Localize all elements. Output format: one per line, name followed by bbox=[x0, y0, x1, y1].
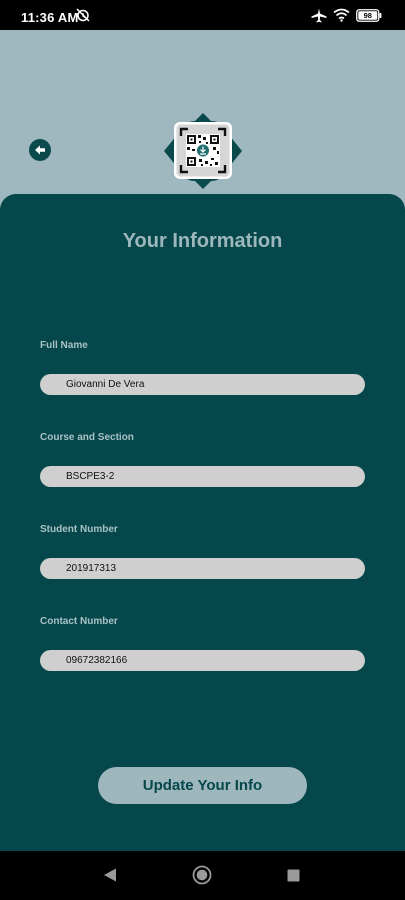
header-area bbox=[0, 30, 405, 220]
back-button[interactable] bbox=[29, 139, 51, 161]
arrow-left-icon bbox=[34, 144, 46, 156]
contact-number-label: Contact Number bbox=[40, 616, 118, 627]
full-name-label: Full Name bbox=[40, 340, 88, 351]
update-info-button[interactable]: Update Your Info bbox=[98, 767, 307, 804]
student-number-field[interactable]: 201917313 bbox=[40, 558, 365, 579]
alarm-off-icon bbox=[75, 8, 91, 27]
qr-code-logo-icon bbox=[163, 112, 243, 190]
course-section-label: Course and Section bbox=[40, 432, 134, 443]
recents-square-icon[interactable] bbox=[287, 869, 300, 887]
student-number-label: Student Number bbox=[40, 524, 118, 535]
contact-number-field[interactable]: 09672382166 bbox=[40, 650, 365, 671]
airplane-icon bbox=[311, 8, 327, 28]
battery-level: 98 bbox=[364, 11, 372, 20]
status-time: 11:36 AM bbox=[21, 10, 79, 25]
course-section-field[interactable]: BSCPE3-2 bbox=[40, 466, 365, 487]
info-card: Your Information Full Name Giovanni De V… bbox=[0, 194, 405, 851]
full-name-field[interactable]: Giovanni De Vera bbox=[40, 374, 365, 395]
wifi-icon bbox=[333, 8, 350, 27]
navigation-bar bbox=[0, 851, 405, 900]
back-triangle-icon[interactable] bbox=[102, 867, 118, 888]
status-bar: 11:36 AM 98 bbox=[0, 0, 405, 30]
page-title: Your Information bbox=[122, 230, 283, 252]
battery-icon: 98 bbox=[356, 9, 382, 27]
home-circle-icon[interactable] bbox=[192, 865, 212, 890]
